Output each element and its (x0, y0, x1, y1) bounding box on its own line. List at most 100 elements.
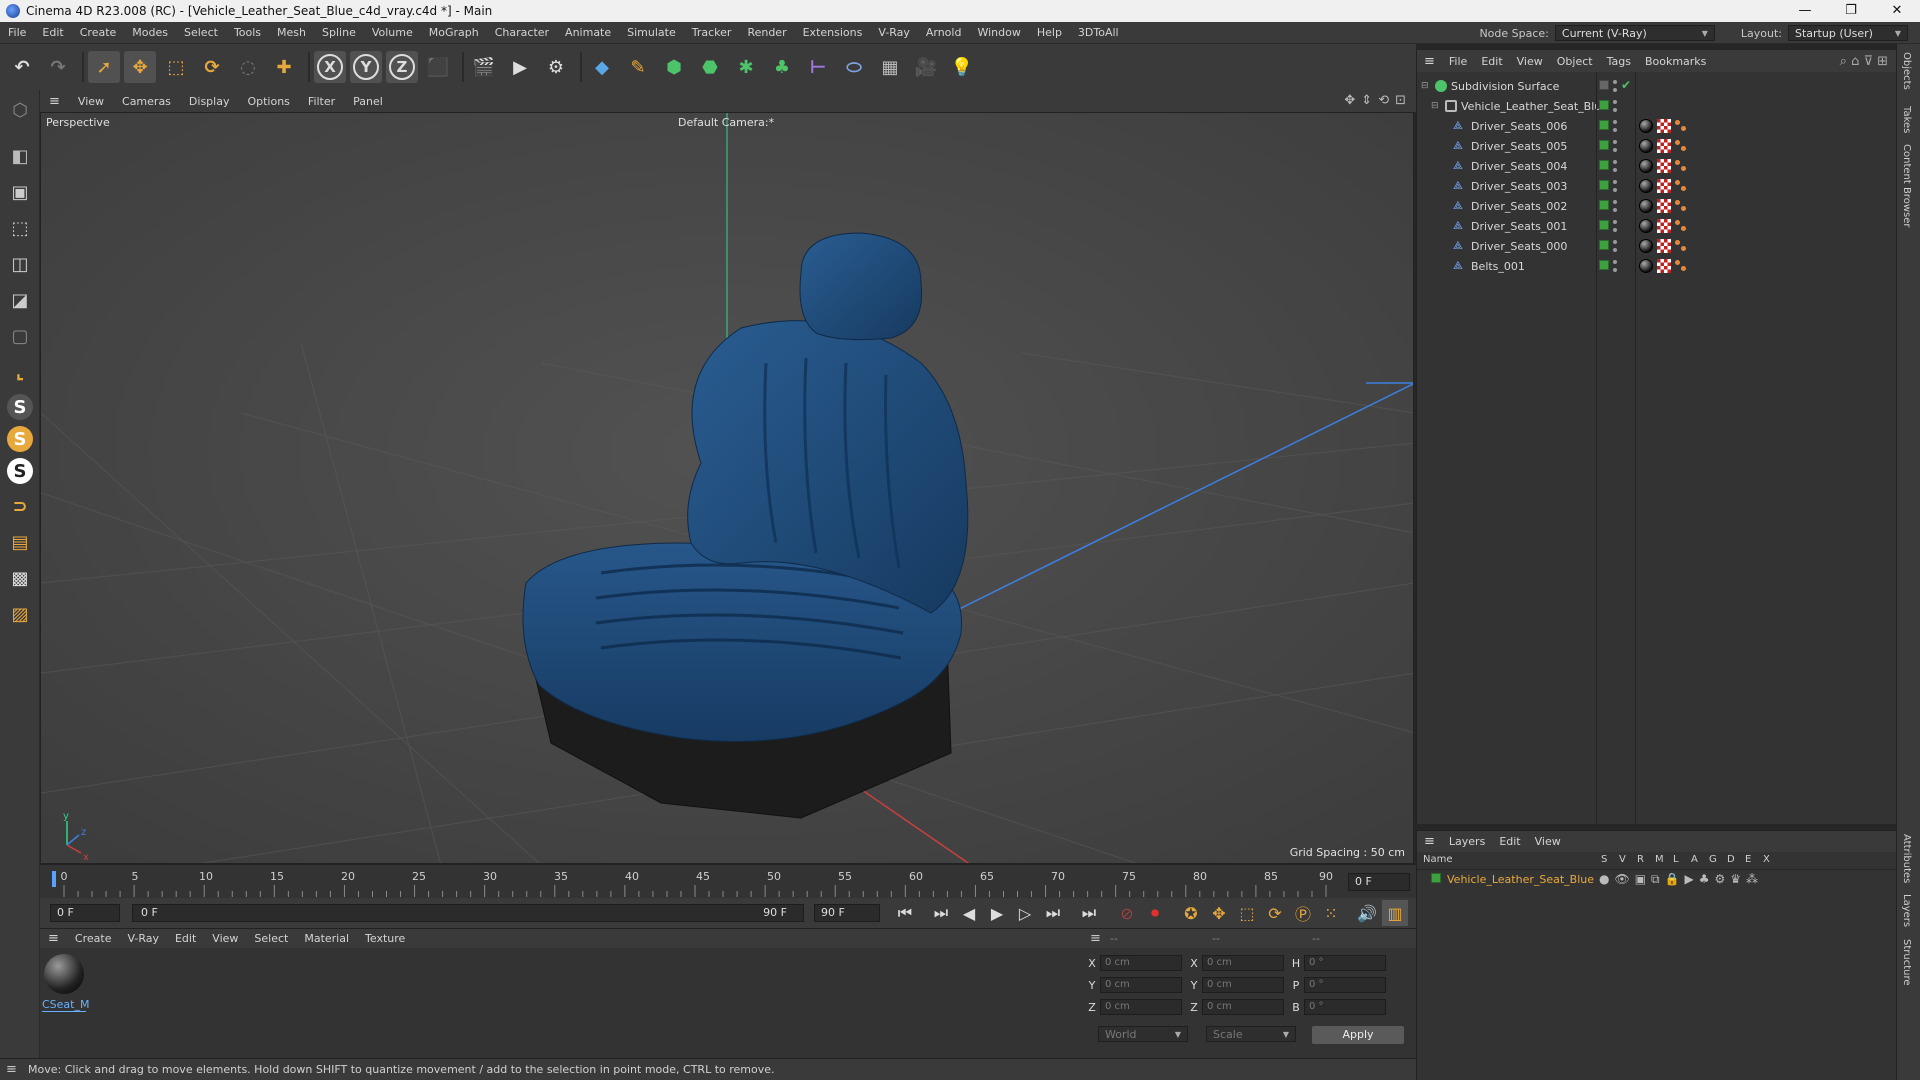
deformer-icon[interactable]: ⊢ (802, 51, 834, 83)
object-row[interactable]: ⊟ Subdivision Surface ✔ (1417, 76, 1897, 96)
layer-swatch[interactable] (1599, 240, 1609, 250)
visibility-dots[interactable] (1613, 160, 1617, 172)
menu-spline[interactable]: Spline (314, 26, 364, 39)
snap-s3-icon[interactable]: S (7, 458, 33, 484)
object-menu-edit[interactable]: Edit (1474, 55, 1509, 68)
uvw-tag-icon[interactable] (1657, 159, 1671, 173)
previous-frame-icon[interactable]: ◀ (956, 900, 982, 926)
generator-icon[interactable]: ♣ (766, 51, 798, 83)
start-frame-field[interactable]: 0 F (50, 904, 120, 922)
object-menu-object[interactable]: Object (1550, 55, 1600, 68)
material-tag-icon[interactable] (1639, 199, 1653, 213)
uv-mode-icon[interactable]: ◪ (4, 284, 36, 316)
material-tag-icon[interactable] (1639, 259, 1653, 273)
material-menu-texture[interactable]: Texture (357, 932, 413, 945)
layer-row[interactable]: Vehicle_Leather_Seat_Blue ●👁▣⧉🔒▶♣⚙♛⁂ (1417, 872, 1897, 890)
3d-viewport[interactable]: y x z Perspective Default Camera:* Grid … (40, 112, 1414, 864)
object-mode-icon[interactable]: ▣ (4, 176, 36, 208)
snap-s2-icon[interactable]: S (7, 426, 33, 452)
render-settings-icon[interactable]: ⚙ (540, 51, 572, 83)
key-all-icon[interactable]: ✪ (1178, 900, 1204, 926)
uvw-tag-icon[interactable] (1657, 119, 1671, 133)
menu-create[interactable]: Create (72, 26, 125, 39)
material-menu-edit[interactable]: Edit (167, 932, 204, 945)
layer-swatch[interactable] (1599, 80, 1609, 90)
apply-button[interactable]: Apply (1312, 1026, 1404, 1044)
workplane-axis-icon[interactable]: ⌞ (4, 356, 36, 388)
menu-tools[interactable]: Tools (226, 26, 269, 39)
camera-icon[interactable]: 🎥 (910, 51, 942, 83)
floor-icon[interactable]: ▦ (874, 51, 906, 83)
visibility-dots[interactable] (1613, 240, 1617, 252)
viewport-menu-filter[interactable]: Filter (299, 95, 344, 108)
object-menu-bookmarks[interactable]: Bookmarks (1638, 55, 1713, 68)
object-row[interactable]: ⟁ Driver_Seats_001 (1417, 216, 1897, 236)
grid-icon[interactable]: ▤ (4, 526, 36, 558)
magnet-icon[interactable]: ⊃ (4, 490, 36, 522)
uvw-tag-icon[interactable] (1657, 219, 1671, 233)
visibility-dots[interactable] (1613, 140, 1617, 152)
material-tag-icon[interactable] (1639, 119, 1653, 133)
object-row[interactable]: ⟁ Driver_Seats_002 (1417, 196, 1897, 216)
tab-objects[interactable]: Objects (1901, 52, 1912, 90)
maximize-view-icon[interactable]: ⊡ (1395, 93, 1406, 108)
layout-dropdown[interactable]: Startup (User) ▼ (1788, 25, 1908, 41)
visibility-dots[interactable] (1613, 80, 1617, 92)
model-mode-icon[interactable]: ⬡ (4, 94, 36, 126)
viewport-menu-view[interactable]: View (69, 95, 113, 108)
object-menu-tags[interactable]: Tags (1600, 55, 1638, 68)
collapse-icon[interactable]: ⊟ (1421, 81, 1429, 91)
checker-icon[interactable]: ▩ (4, 562, 36, 594)
layer-name[interactable]: Vehicle_Leather_Seat_Blue (1447, 873, 1594, 886)
layer-menu-view[interactable]: View (1528, 835, 1568, 848)
maximize-button[interactable]: ❐ (1828, 0, 1874, 22)
light-icon[interactable]: 💡 (946, 51, 978, 83)
layer-menu-layers[interactable]: Layers (1442, 835, 1492, 848)
selection-tag-icon[interactable] (1675, 200, 1687, 212)
layer-swatch[interactable] (1599, 120, 1609, 130)
coordinate-system-icon[interactable]: ⬛ (422, 51, 454, 83)
zoom-icon[interactable]: ⇕ (1361, 93, 1372, 108)
move-icon[interactable]: ✥ (124, 51, 156, 83)
coordinate-mode-dropdown[interactable]: Scale ▼ (1206, 1026, 1296, 1042)
z-axis-icon[interactable]: Z (386, 51, 418, 83)
material-preview-ball[interactable] (44, 954, 84, 994)
minimize-button[interactable]: — (1782, 0, 1828, 22)
menu-render[interactable]: Render (739, 26, 794, 39)
close-button[interactable]: ✕ (1874, 0, 1920, 22)
uvw-tag-icon[interactable] (1657, 179, 1671, 193)
add-icon[interactable]: ✚ (268, 51, 300, 83)
pen-icon[interactable]: ✎ (622, 51, 654, 83)
hamburger-icon[interactable]: ≡ (6, 1062, 17, 1077)
play-icon[interactable]: ▶ (984, 900, 1010, 926)
tab-structure[interactable]: Structure (1901, 939, 1912, 986)
enabled-check-icon[interactable]: ✔ (1621, 79, 1631, 92)
menu-edit[interactable]: Edit (34, 26, 71, 39)
viewport-menu-options[interactable]: Options (238, 95, 298, 108)
x-axis-icon[interactable]: X (314, 51, 346, 83)
viewport-menu-cameras[interactable]: Cameras (113, 95, 180, 108)
material-tag-icon[interactable] (1639, 219, 1653, 233)
layer-swatch[interactable] (1599, 180, 1609, 190)
object-row[interactable]: ⟁ Driver_Seats_006 (1417, 116, 1897, 136)
material-menu-select[interactable]: Select (246, 932, 296, 945)
orbit-icon[interactable]: ⟲ (1378, 93, 1389, 108)
current-frame-field[interactable]: 0 F (1348, 873, 1410, 891)
points-mode-icon[interactable]: ⬚ (4, 212, 36, 244)
field-icon[interactable]: ⬭ (838, 51, 870, 83)
position-x-field[interactable]: 0 cm (1100, 955, 1182, 971)
layer-swatch[interactable] (1599, 260, 1609, 270)
layer-color-swatch[interactable] (1431, 873, 1441, 883)
object-row[interactable]: ⟁ Driver_Seats_003 (1417, 176, 1897, 196)
preview-range-slider[interactable]: 0 F 90 F (132, 904, 804, 922)
menu-window[interactable]: Window (969, 26, 1028, 39)
viewport-camera-label[interactable]: Default Camera:* (678, 116, 774, 129)
uvw-tag-icon[interactable] (1657, 199, 1671, 213)
uvw-tag-icon[interactable] (1657, 239, 1671, 253)
menu-mesh[interactable]: Mesh (269, 26, 314, 39)
go-to-start-icon[interactable]: ⏮ (892, 900, 918, 926)
texture-mode-icon[interactable]: ◧ (4, 140, 36, 172)
object-row[interactable]: ⟁ Driver_Seats_004 (1417, 156, 1897, 176)
workplane-icon[interactable]: ▢ (4, 320, 36, 352)
next-key-icon[interactable]: ⏭ (1040, 900, 1066, 926)
